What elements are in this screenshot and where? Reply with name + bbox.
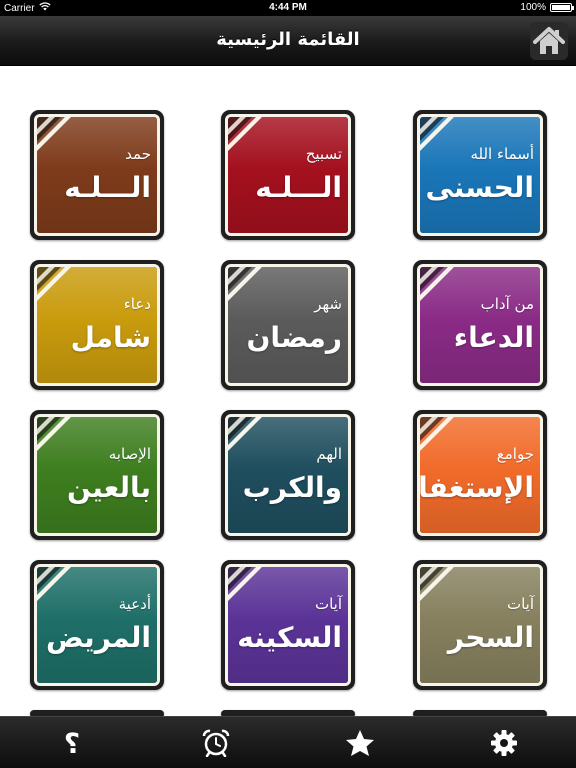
corner-stripe-icon: [228, 567, 265, 604]
tile-title: الإستغفارات: [418, 471, 534, 504]
tile-subtitle: جوامع: [496, 445, 534, 463]
corner-stripe-icon: [37, 567, 74, 604]
tile-frame: آيات السكينه: [225, 564, 351, 686]
corner-stripe-icon: [228, 267, 265, 304]
tile-frame: دعاء شامل: [34, 264, 160, 386]
tile-frame: الإصابه بالعين: [34, 414, 160, 536]
corner-stripe-icon: [420, 117, 457, 154]
corner-stripe-icon: [420, 267, 457, 304]
tile-subtitle: أدعية: [118, 595, 151, 613]
tile-frame: من آداب الدعاء: [417, 264, 543, 386]
tile-title: الـــلـه: [64, 171, 151, 204]
menu-tile[interactable]: من آداب الدعاء: [413, 260, 547, 390]
tile-subtitle: أسماء الله: [470, 145, 534, 163]
corner-stripe-icon: [37, 117, 74, 154]
tab-help[interactable]: ؟: [0, 717, 144, 768]
tile-subtitle: دعاء: [123, 295, 151, 313]
tile-subtitle: الإصابه: [108, 445, 151, 463]
menu-tile[interactable]: آيات السحر: [413, 560, 547, 690]
tile-frame: شهر رمضان: [225, 264, 351, 386]
corner-stripe-icon: [37, 417, 74, 454]
tile-frame: آيات السحر: [417, 564, 543, 686]
battery-level: [552, 5, 570, 10]
tile-subtitle: من آداب: [480, 295, 534, 313]
tile-title: شامل: [70, 321, 151, 354]
menu-tile[interactable]: جوامع الإستغفارات: [413, 410, 547, 540]
home-button[interactable]: [530, 22, 568, 60]
menu-tile[interactable]: شهر رمضان: [221, 260, 355, 390]
corner-stripe-icon: [228, 117, 265, 154]
menu-tile[interactable]: آيات السكينه: [221, 560, 355, 690]
status-bar: Carrier 4:44 PM 100%: [0, 0, 576, 16]
star-icon: [345, 729, 375, 757]
tile-subtitle: آيات: [314, 595, 342, 613]
menu-tile[interactable]: أدعية المريض: [30, 560, 164, 690]
tile-title: السكينه: [237, 621, 342, 654]
menu-tile[interactable]: حمد الـــلـه: [30, 110, 164, 240]
tile-title: السحر: [447, 621, 534, 654]
tile-title: الـــلـه: [255, 171, 342, 204]
corner-stripe-icon: [37, 267, 74, 304]
page-title: القائمة الرئيسية: [216, 29, 360, 50]
tile-frame: حمد الـــلـه: [34, 114, 160, 236]
tile-title: والكرب: [242, 471, 342, 504]
menu-tile[interactable]: دعاء شامل: [30, 260, 164, 390]
battery-icon: [550, 3, 574, 12]
alarm-clock-icon: [201, 729, 231, 757]
menu-grid: حمد الـــلـه تسبيح الـــلـه أسماء الله الحسنى…: [0, 66, 576, 718]
tile-subtitle: الهم: [316, 445, 342, 463]
tile-title: الدعاء: [453, 321, 534, 354]
menu-tile[interactable]: تسبيح الـــلـه: [221, 110, 355, 240]
navigation-bar: القائمة الرئيسية: [0, 16, 576, 66]
corner-stripe-icon: [228, 417, 265, 454]
status-right: 100%: [520, 2, 574, 13]
corner-stripe-icon: [420, 417, 457, 454]
tile-frame: أدعية المريض: [34, 564, 160, 686]
tile-title: المريض: [45, 621, 151, 654]
tab-settings[interactable]: [432, 717, 576, 768]
tab-bar: ؟: [0, 716, 576, 768]
tile-subtitle: شهر: [314, 295, 342, 313]
tab-favorites[interactable]: [288, 717, 432, 768]
question-mark-glyph: ؟: [64, 730, 80, 756]
tile-subtitle: حمد: [125, 145, 151, 163]
battery-percent: 100%: [520, 2, 546, 13]
tile-frame: جوامع الإستغفارات: [417, 414, 543, 536]
status-time: 4:44 PM: [269, 2, 307, 13]
menu-tile[interactable]: أسماء الله الحسنى: [413, 110, 547, 240]
tile-frame: أسماء الله الحسنى: [417, 114, 543, 236]
tile-title: رمضان: [246, 321, 342, 354]
tile-frame: الهم والكرب: [225, 414, 351, 536]
menu-tile[interactable]: الإصابه بالعين: [30, 410, 164, 540]
tile-subtitle: تسبيح: [305, 145, 342, 163]
gear-icon: [490, 729, 518, 757]
question-mark-icon: ؟: [61, 730, 83, 756]
tile-title: بالعين: [67, 471, 151, 504]
corner-stripe-icon: [420, 567, 457, 604]
tab-alarm[interactable]: [144, 717, 288, 768]
menu-tile[interactable]: الهم والكرب: [221, 410, 355, 540]
tile-frame: تسبيح الـــلـه: [225, 114, 351, 236]
tile-title: الحسنى: [425, 171, 534, 204]
app-screen: Carrier 4:44 PM 100% القائمة الرئيسية حم…: [0, 0, 576, 768]
tile-subtitle: آيات: [506, 595, 534, 613]
